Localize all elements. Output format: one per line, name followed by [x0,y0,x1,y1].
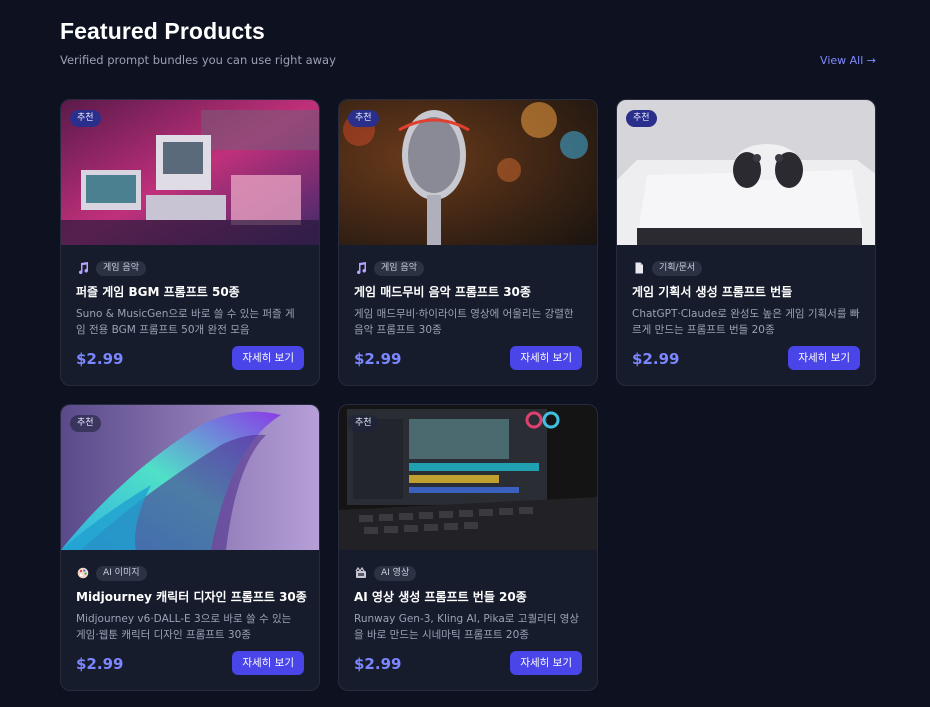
product-price: $2.99 [354,655,402,673]
category-pill: 기획/문서 [652,260,703,276]
product-card[interactable]: 추천 게임 음악 게임 매드무비 음악 프롬프트 30종 게임 매드무비·하이라… [338,99,598,386]
product-description: Suno & MusicGen으로 바로 쓸 수 있는 퍼즐 게임 전용 BGM… [76,308,295,336]
category-pill: AI 영상 [374,565,417,581]
product-thumbnail-abstract-wave: 추천 [61,405,319,550]
details-button[interactable]: 자세히 보기 [510,346,582,370]
product-price: $2.99 [354,350,402,368]
product-description: Runway Gen-3, Kling AI, Pika로 고퀄리티 영상을 바… [354,613,580,641]
section-title: Featured Products [60,18,265,44]
product-title: 게임 매드무비 음악 프롬프트 30종 [354,285,531,299]
product-thumbnail-video-editor: 추천 [339,405,597,550]
recommended-badge: 추천 [626,110,657,127]
product-title: 퍼즐 게임 BGM 프롬프트 50종 [76,285,240,299]
details-button[interactable]: 자세히 보기 [510,651,582,675]
details-button[interactable]: 자세히 보기 [788,346,860,370]
product-thumbnail-microphone: 추천 [339,100,597,245]
product-card[interactable]: 추천 기획/문서 게임 기획서 생성 프롬프트 번들 ChatGPT·Claud… [616,99,876,386]
product-thumbnail-retro-computers: 추천 [61,100,319,245]
category-pill: 게임 음악 [96,260,146,276]
palette-icon [76,566,90,580]
recommended-badge: 추천 [70,110,101,127]
recommended-badge: 추천 [348,110,379,127]
category-pill: 게임 음악 [374,260,424,276]
details-button[interactable]: 자세히 보기 [232,346,304,370]
product-price: $2.99 [76,350,124,368]
product-card[interactable]: 추천 AI 이미지 Midjourney 캐릭터 디자인 프롬프트 30종 Mi… [60,404,320,691]
product-title: Midjourney 캐릭터 디자인 프롬프트 30종 [76,590,307,604]
product-price: $2.99 [76,655,124,673]
document-icon [632,261,646,275]
product-card[interactable]: 추천 AI 영상 AI 영상 생성 프롬프트 번들 20종 Runway Gen… [338,404,598,691]
recommended-badge: 추천 [348,415,379,432]
category-pill: AI 이미지 [96,565,147,581]
product-thumbnail-game-console: 추천 [617,100,875,245]
product-description: Midjourney v6·DALL-E 3으로 바로 쓸 수 있는 게임·웹툰… [76,613,292,641]
product-price: $2.99 [632,350,680,368]
recommended-badge: 추천 [70,415,101,432]
product-title: 게임 기획서 생성 프롬프트 번들 [632,285,793,299]
music-note-icon [76,261,90,275]
video-icon [354,566,368,580]
product-card[interactable]: 추천 게임 음악 퍼즐 게임 BGM 프롬프트 50종 Suno & Music… [60,99,320,386]
details-button[interactable]: 자세히 보기 [232,651,304,675]
section-header: Featured Products Verified prompt bundle… [60,18,876,78]
view-all-link[interactable]: View All → [820,54,876,67]
product-description: ChatGPT·Claude로 완성도 높은 게임 기획서를 빠르게 만드는 프… [632,308,860,336]
music-note-icon [354,261,368,275]
product-title: AI 영상 생성 프롬프트 번들 20종 [354,590,527,604]
section-subtitle: Verified prompt bundles you can use righ… [60,53,336,67]
product-description: 게임 매드무비·하이라이트 영상에 어울리는 강렬한 음악 프롬프트 30종 [354,308,574,336]
